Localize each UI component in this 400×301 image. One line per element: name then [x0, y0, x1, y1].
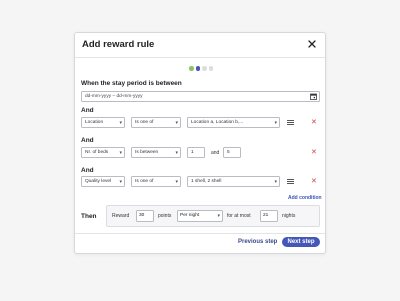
condition-3-value-select[interactable]: 1 shell, 2 shell ▾ [187, 176, 280, 187]
beds-max-value: 5 [227, 150, 230, 155]
chevron-down-icon: ▾ [119, 179, 122, 185]
delete-condition-1-icon[interactable]: ✕ [311, 119, 317, 126]
then-label: Then [81, 213, 97, 220]
condition-3-attribute-value: Quality level [85, 179, 112, 184]
add-condition-link[interactable]: Add condition [288, 195, 322, 201]
condition-1-attribute-select[interactable]: Location ▾ [81, 117, 125, 128]
condition-3-operator-select[interactable]: Is one of ▾ [131, 176, 181, 187]
beds-min-input[interactable]: 1 [187, 147, 205, 158]
frequency-select[interactable]: Per night ▾ [177, 210, 223, 222]
condition-2-connector: And [81, 137, 94, 144]
previous-step-button[interactable]: Previous step [238, 239, 277, 245]
chevron-down-icon: ▾ [175, 150, 178, 156]
step-dot-3 [202, 66, 207, 71]
points-value: 30 [139, 213, 145, 218]
delete-condition-2-icon[interactable]: ✕ [311, 149, 317, 156]
dialog-title: Add reward rule [82, 39, 155, 50]
date-range-value: dd-mm-yyyy – dd-mm-yyyy [85, 94, 143, 99]
stay-period-label: When the stay period is between [81, 80, 182, 87]
points-label: points [158, 213, 172, 219]
condition-3-attribute-select[interactable]: Quality level ▾ [81, 176, 125, 187]
condition-3-operator-value: Is one of [135, 179, 154, 184]
chevron-down-icon: ▾ [119, 150, 122, 156]
condition-2-operator-value: Is between [135, 150, 159, 155]
at-most-label: for at most [227, 213, 251, 219]
step-dot-1 [189, 66, 194, 71]
points-input[interactable]: 30 [136, 210, 154, 222]
chevron-down-icon: ▾ [119, 120, 122, 126]
delete-condition-3-icon[interactable]: ✕ [311, 178, 317, 185]
between-joiner: and [211, 150, 220, 156]
dialog-header: Add reward rule [75, 33, 325, 58]
reward-label: Reward [112, 213, 130, 219]
condition-2-operator-select[interactable]: Is between ▾ [131, 147, 181, 158]
condition-1-value: Location a, Location b,... [191, 120, 244, 125]
condition-2-attribute-value: Nr. of beds [85, 150, 109, 155]
nights-input[interactable]: 21 [260, 210, 278, 222]
condition-3-connector: And [81, 167, 94, 174]
nights-value: 21 [263, 213, 269, 218]
chevron-down-icon: ▾ [274, 120, 277, 126]
add-reward-rule-dialog: Add reward rule When the stay period is … [74, 32, 326, 254]
condition-2-attribute-select[interactable]: Nr. of beds ▾ [81, 147, 125, 158]
condition-1-operator-value: Is one of [135, 120, 154, 125]
close-icon[interactable] [306, 38, 318, 50]
beds-max-input[interactable]: 5 [223, 147, 241, 158]
chevron-down-icon: ▾ [175, 120, 178, 126]
chevron-down-icon: ▾ [217, 213, 220, 219]
list-icon[interactable] [287, 179, 294, 184]
calendar-icon[interactable] [310, 93, 317, 100]
date-range-input[interactable]: dd-mm-yyyy – dd-mm-yyyy [81, 91, 320, 102]
beds-min-value: 1 [191, 150, 194, 155]
condition-1-operator-select[interactable]: Is one of ▾ [131, 117, 181, 128]
step-indicator [189, 66, 213, 71]
nights-label: nights [282, 213, 296, 219]
condition-3-value: 1 shell, 2 shell [191, 179, 222, 184]
condition-1-connector: And [81, 107, 94, 114]
condition-1-value-select[interactable]: Location a, Location b,... ▾ [187, 117, 280, 128]
chevron-down-icon: ▾ [274, 179, 277, 185]
footer-divider [75, 233, 325, 234]
list-icon[interactable] [287, 120, 294, 125]
chevron-down-icon: ▾ [175, 179, 178, 185]
step-dot-2 [195, 66, 200, 71]
step-dot-4 [208, 66, 213, 71]
condition-1-attribute-value: Location [85, 120, 104, 125]
next-step-button[interactable]: Next step [282, 237, 320, 247]
reward-row: Reward 30 points Per night ▾ for at most… [106, 205, 320, 227]
frequency-value: Per night [180, 213, 200, 218]
